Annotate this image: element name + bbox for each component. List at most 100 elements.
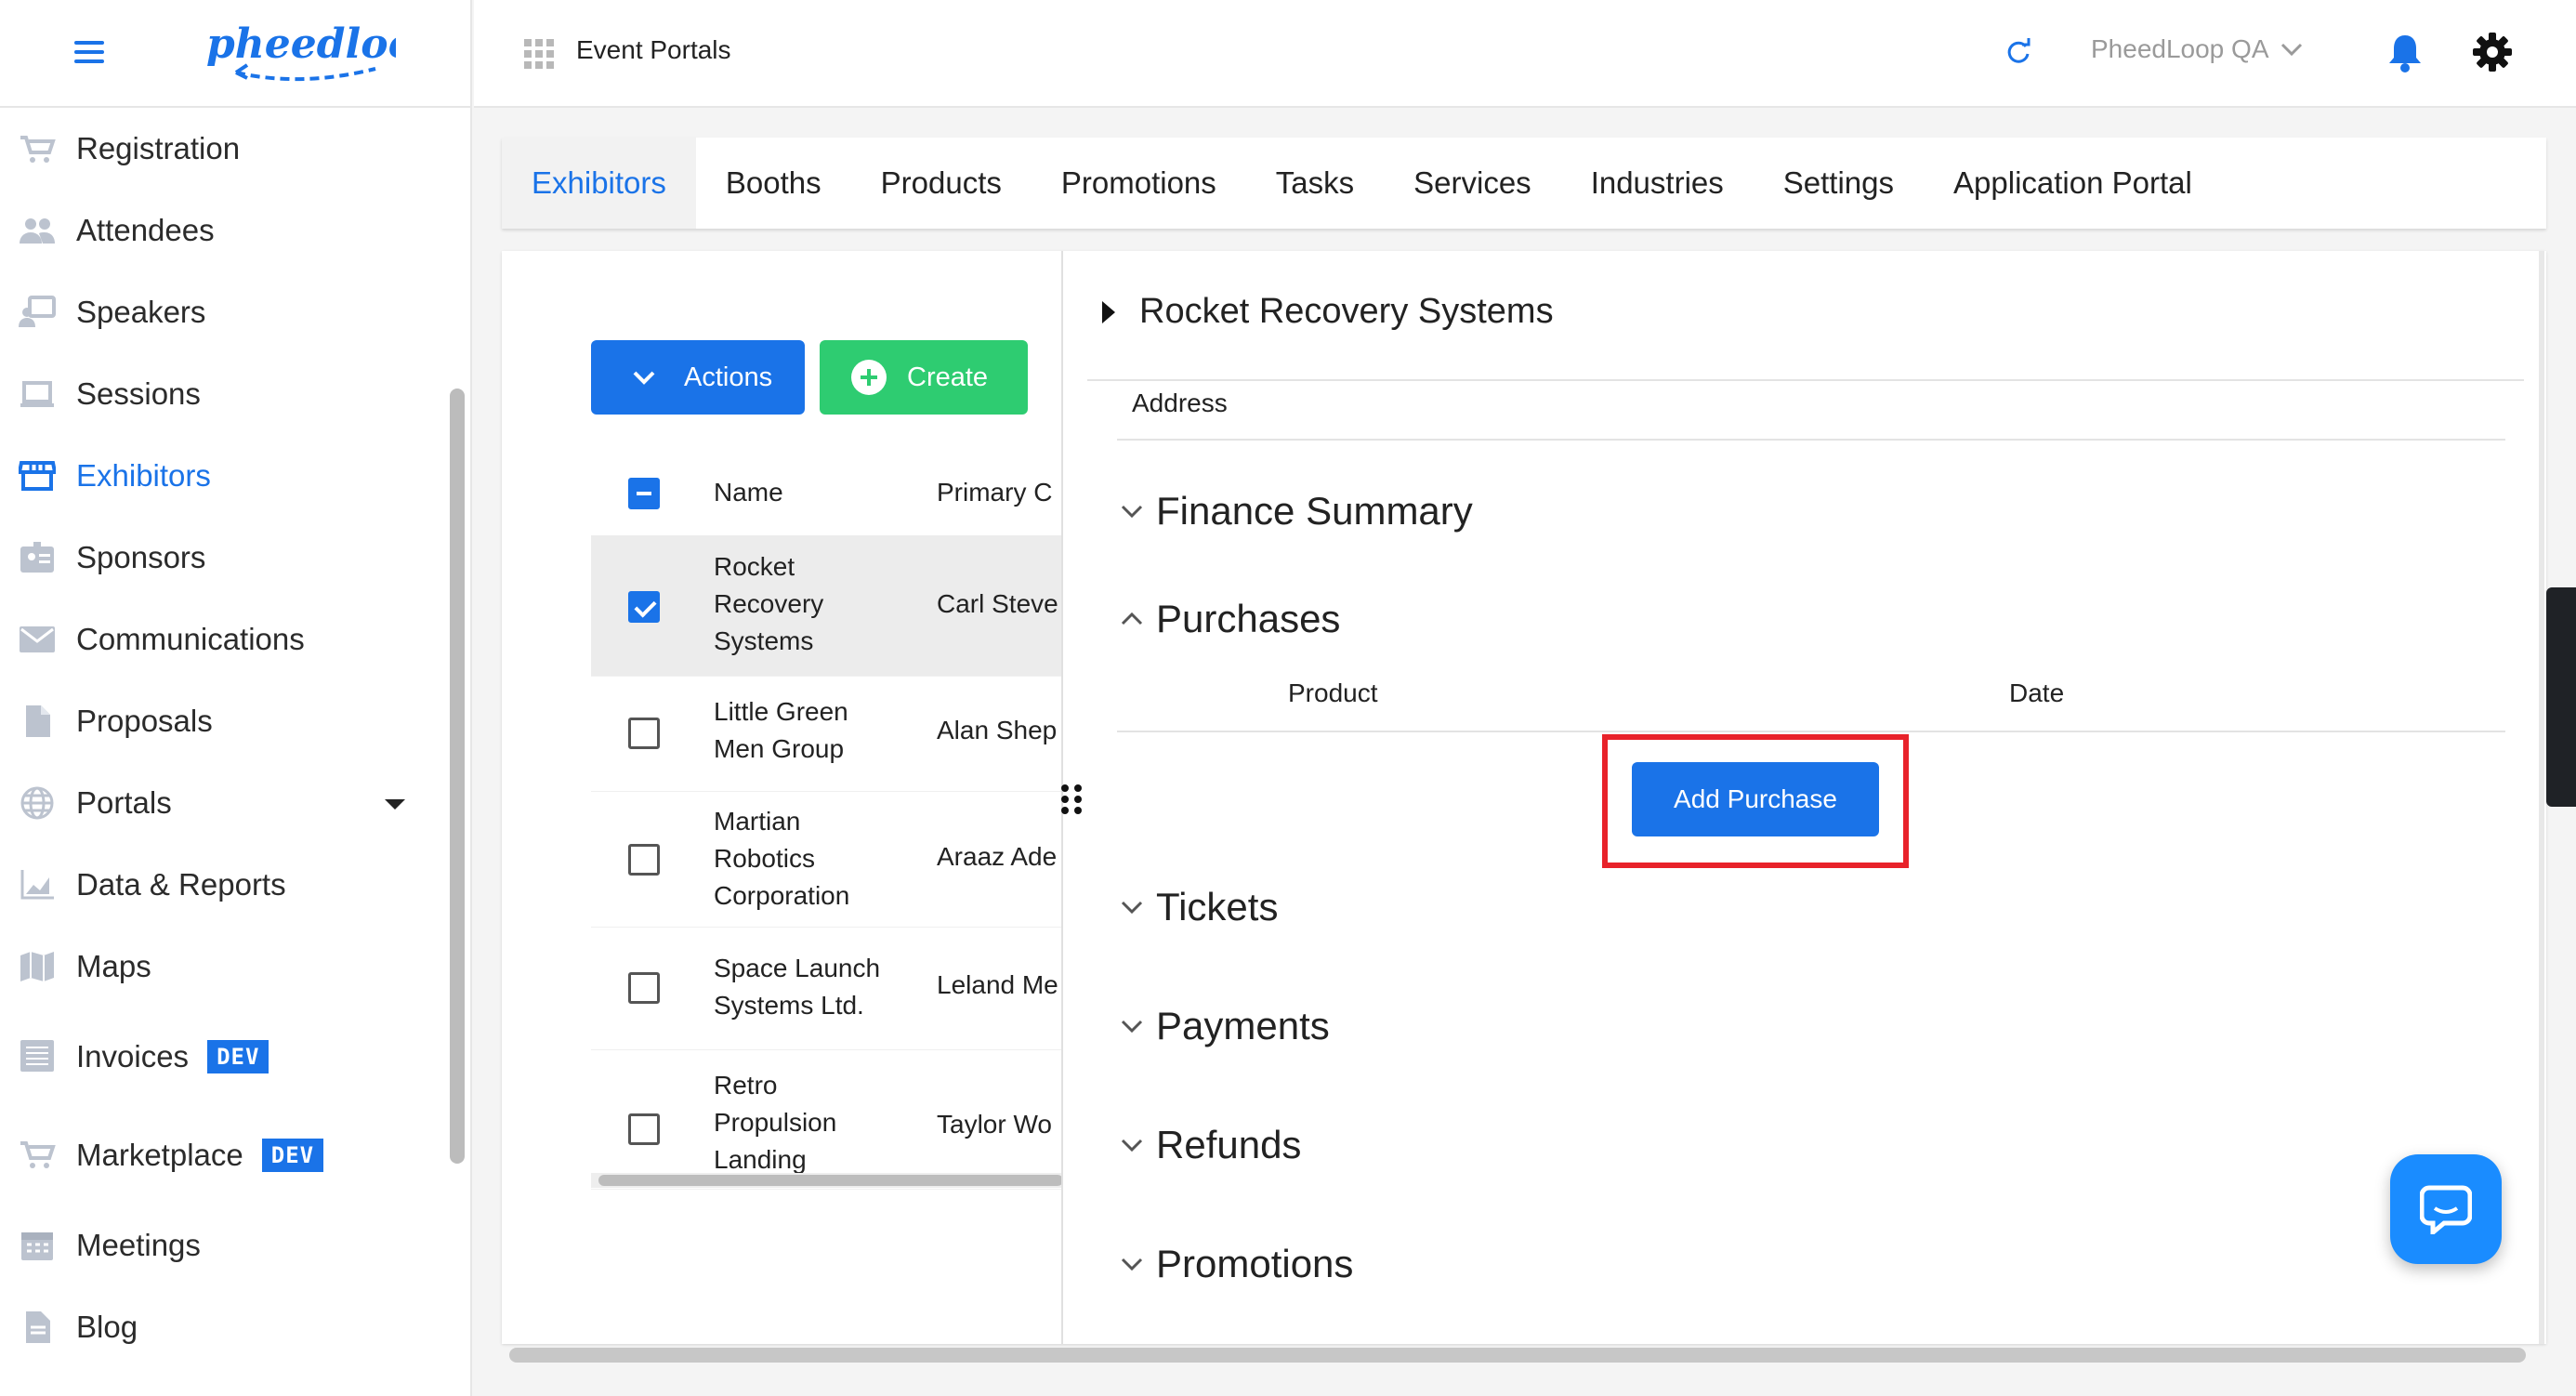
notification-bell-icon[interactable] [2386,32,2424,72]
exhibitor-table: Rocket Recovery Systems Carl Steve Little … [591,535,1061,1190]
document-icon [19,705,56,738]
expand-caret-icon[interactable] [385,799,405,810]
settings-gear-icon[interactable] [2472,32,2513,72]
column-header-name[interactable]: Name [714,478,783,507]
organization-selector[interactable]: PheedLoop QA [2091,34,2303,64]
column-header-date: Date [2009,678,2065,707]
section-payments[interactable]: Payments [1121,1004,1330,1048]
sidebar-item-label: Meetings [76,1228,201,1262]
row-checkbox[interactable] [628,1113,660,1145]
table-row[interactable]: Space Launch Systems Ltd. Leland Me [591,928,1061,1050]
sidebar-item-label: Sponsors [76,540,206,574]
tab-services[interactable]: Services [1384,138,1561,229]
table-horizontal-scrollbar[interactable] [591,1173,1061,1188]
section-finance-summary[interactable]: Finance Summary [1121,489,1473,533]
section-purchases[interactable]: Purchases [1121,597,1340,641]
dev-badge: DEV [261,1139,324,1172]
tab-application-portal[interactable]: Application Portal [1924,138,2222,229]
caret-right-icon [1102,300,1115,323]
chevron-down-icon [1121,505,1143,519]
sidebar-item-meetings[interactable]: Meetings [0,1205,442,1286]
table-row[interactable]: Little Green Men Group Alan Shep [591,677,1061,792]
sidebar-item-exhibitors[interactable]: Exhibitors [0,435,442,517]
sidebar-header: pheedloop [0,0,470,108]
chart-icon [19,868,56,902]
page-horizontal-scrollbar[interactable] [509,1348,2526,1363]
column-header-primary-contact[interactable]: Primary C [937,478,1052,507]
chat-support-button[interactable] [2390,1154,2502,1264]
sidebar-item-label: Attendees [76,213,215,247]
sidebar-item-sponsors[interactable]: Sponsors [0,517,442,599]
select-all-checkbox[interactable] [628,478,660,509]
tab-settings[interactable]: Settings [1754,138,1924,229]
primary-contact: Taylor Wo [937,1110,1052,1139]
sidebar-item-label: Data & Reports [76,867,286,902]
sidebar-item-communications[interactable]: Communications [0,599,442,680]
dev-badge: DEV [207,1040,269,1073]
top-bar: Event Portals PheedLoop QA [474,0,2576,108]
sidebar-scrollbar[interactable] [450,389,465,1164]
primary-contact: Carl Steve [937,589,1058,618]
sidebar-item-portals[interactable]: Portals [0,762,442,844]
chevron-down-icon [1121,901,1143,915]
badge-icon [19,541,56,574]
divider [1117,439,2505,441]
sidebar-item-invoices[interactable]: Invoices DEV [0,1007,442,1106]
sidebar-item-sessions[interactable]: Sessions [0,353,442,435]
create-button[interactable]: Create [820,340,1028,415]
pane-resize-handle-icon[interactable] [1061,784,1082,814]
sidebar: pheedloop Registration Attendees Speaker… [0,0,472,1396]
sidebar-item-blog[interactable]: Blog [0,1286,442,1368]
calendar-icon [19,1229,56,1262]
people-icon [19,214,56,247]
sidebar-item-label: Registration [76,131,241,165]
sidebar-item-speakers[interactable]: Speakers [0,271,442,353]
sidebar-item-label: Blog [76,1310,138,1344]
row-checkbox[interactable] [628,844,660,876]
refresh-icon[interactable] [2004,37,2033,67]
sidebar-item-data-reports[interactable]: Data & Reports [0,844,442,926]
tab-booths[interactable]: Booths [696,138,851,229]
table-row[interactable]: Rocket Recovery Systems Carl Steve [591,535,1061,677]
tab-tasks[interactable]: Tasks [1246,138,1384,229]
table-row[interactable]: Retro Propulsion Landing Taylor Wo [591,1050,1061,1190]
apps-grid-icon[interactable] [524,39,554,69]
section-promotions[interactable]: Promotions [1121,1242,1353,1286]
sidebar-item-label: Sessions [76,376,201,411]
section-refunds[interactable]: Refunds [1121,1123,1301,1167]
pheedloop-logo[interactable]: pheedloop [199,13,396,93]
chevron-down-icon [1121,1139,1143,1152]
tab-products[interactable]: Products [851,138,1032,229]
tab-promotions[interactable]: Promotions [1032,138,1246,229]
menu-toggle-icon[interactable] [74,41,104,65]
sidebar-item-marketplace[interactable]: Marketplace DEV [0,1106,442,1205]
feedback-side-tab[interactable] [2546,587,2576,807]
divider [1087,379,2524,381]
sidebar-item-maps[interactable]: Maps [0,926,442,1007]
content-panel: Actions Create Name Primary C Rocket Reco… [502,251,2546,1344]
sidebar-item-label: Portals [76,785,172,820]
row-checkbox[interactable] [628,972,660,1004]
chevron-down-icon [1121,1258,1143,1271]
row-checkbox[interactable] [628,591,660,623]
document-icon [19,1310,56,1344]
tab-exhibitors[interactable]: Exhibitors [502,138,696,229]
column-header-product: Product [1288,678,1378,707]
primary-contact: Leland Me [937,970,1058,999]
sidebar-item-label: Maps [76,949,151,983]
exhibitor-title-toggle[interactable]: Rocket Recovery Systems [1102,292,1554,332]
primary-contact: Araaz Ade [937,842,1058,871]
chat-bubble-icon [2420,1185,2472,1234]
sidebar-item-attendees[interactable]: Attendees [0,190,442,271]
plus-circle-icon [851,360,887,395]
table-row[interactable]: Martian Robotics Corporation Araaz Ade [591,792,1061,928]
exhibitor-name: Little Green Men Group [714,697,848,763]
add-purchase-button[interactable]: Add Purchase [1632,762,1879,836]
sidebar-item-registration[interactable]: Registration [0,108,442,190]
sidebar-item-proposals[interactable]: Proposals [0,680,442,762]
tab-industries[interactable]: Industries [1561,138,1754,229]
section-tickets[interactable]: Tickets [1121,885,1278,929]
actions-button[interactable]: Actions [591,340,805,415]
row-checkbox[interactable] [628,718,660,749]
detail-vertical-scrollbar[interactable] [2539,251,2544,1344]
